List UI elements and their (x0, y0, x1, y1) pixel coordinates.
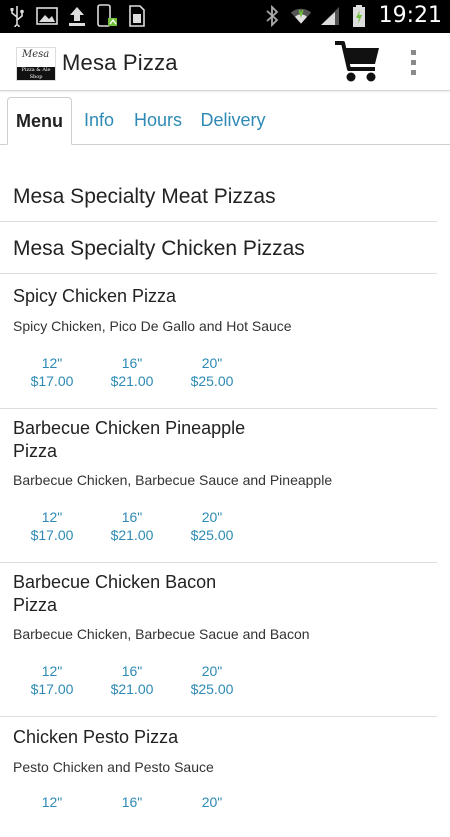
status-bar: 19:21 (0, 0, 450, 33)
price-option-16[interactable]: 16" (102, 793, 162, 811)
menu-item[interactable]: Chicken Pesto Pizza Pesto Chicken and Pe… (0, 717, 437, 837)
signal-icon (319, 4, 341, 28)
clock: 19:21 (378, 3, 442, 28)
item-name: Barbecue Chicken Bacon Pizza (13, 572, 217, 615)
bluetooth-icon (261, 4, 283, 28)
price-label: $25.00 (190, 527, 234, 543)
price-option-16[interactable]: 16" $21.00 (102, 508, 162, 544)
tab-delivery[interactable]: Delivery (196, 97, 270, 144)
size-label: 20" (201, 355, 223, 371)
item-name: Chicken Pesto Pizza (13, 727, 179, 747)
size-label: 12" (41, 509, 63, 525)
price-label: $17.00 (30, 527, 74, 543)
logo-band: Pizza & Ale Shop (17, 67, 55, 80)
image-icon (36, 4, 58, 28)
price-label: $25.00 (190, 681, 234, 697)
price-option-12[interactable]: 12" $17.00 (22, 662, 82, 698)
upload-icon (66, 4, 88, 28)
status-bar-notifications (6, 4, 148, 28)
logo-subtext: Pizza & Ale Shop (21, 67, 51, 80)
logo-text: Mesa (22, 49, 50, 60)
app-title: Mesa Pizza (62, 50, 178, 75)
usb-icon (6, 4, 28, 28)
price-option-20[interactable]: 20" (182, 793, 242, 811)
price-label: $17.00 (30, 681, 74, 697)
overflow-menu-icon-dot (410, 59, 416, 65)
price-label: $21.00 (110, 527, 154, 543)
price-option-20[interactable]: 20" $25.00 (182, 508, 242, 544)
item-description: Barbecue Chicken, Barbecue Sauce and Pin… (13, 472, 333, 488)
size-label: 20" (201, 509, 223, 525)
tab-menu[interactable]: Menu (7, 97, 72, 145)
menu-item[interactable]: Spicy Chicken Pizza Spicy Chicken, Pico … (0, 276, 437, 409)
item-name: Spicy Chicken Pizza (13, 286, 177, 306)
overflow-menu-icon (410, 49, 416, 55)
size-label: 16" (121, 509, 143, 525)
size-label: 20" (201, 794, 223, 810)
item-description: Pesto Chicken and Pesto Sauce (13, 759, 214, 775)
size-label: 16" (121, 355, 143, 371)
price-label: $25.00 (190, 373, 234, 389)
size-label: 12" (41, 794, 63, 810)
item-name: Barbecue Chicken Pineapple Pizza (13, 418, 246, 461)
category-meat-pizzas[interactable]: Mesa Specialty Meat Pizzas (0, 172, 437, 222)
menu-item[interactable]: Barbecue Chicken Pineapple Pizza Barbecu… (0, 409, 437, 563)
battery-charging-icon (348, 4, 370, 28)
category-chicken-pizzas[interactable]: Mesa Specialty Chicken Pizzas (0, 224, 437, 274)
size-label: 12" (41, 355, 63, 371)
item-description: Barbecue Chicken, Barbecue Sacue and Bac… (13, 626, 310, 642)
price-option-16[interactable]: 16" $21.00 (102, 354, 162, 390)
app-logo[interactable]: Mesa Pizza & Ale Shop (16, 47, 56, 81)
overflow-menu-button[interactable] (398, 43, 428, 81)
overflow-menu-icon-dot (410, 69, 416, 75)
price-option-12[interactable]: 12" (22, 793, 82, 811)
phone-sync-icon (96, 4, 118, 28)
size-label: 16" (121, 663, 143, 679)
size-label: 20" (201, 663, 223, 679)
size-label: 12" (41, 663, 63, 679)
tab-hours[interactable]: Hours (128, 97, 188, 144)
menu-item[interactable]: Barbecue Chicken Bacon Pizza Barbecue Ch… (0, 563, 437, 717)
item-description: Spicy Chicken, Pico De Gallo and Hot Sau… (13, 318, 292, 334)
price-option-20[interactable]: 20" $25.00 (182, 662, 242, 698)
tab-info[interactable]: Info (78, 97, 120, 144)
status-bar-system: 19:21 (261, 3, 442, 28)
price-label: $21.00 (110, 373, 154, 389)
price-option-20[interactable]: 20" $25.00 (182, 354, 242, 390)
size-label: 16" (121, 794, 143, 810)
sim-icon (126, 4, 148, 28)
price-option-12[interactable]: 12" $17.00 (22, 508, 82, 544)
price-label: $21.00 (110, 681, 154, 697)
cart-button[interactable] (333, 39, 381, 85)
price-option-16[interactable]: 16" $21.00 (102, 662, 162, 698)
app-bar: Mesa Pizza & Ale Shop Mesa Pizza (0, 33, 450, 91)
price-option-12[interactable]: 12" $17.00 (22, 354, 82, 390)
cart-icon (335, 41, 379, 82)
price-label: $17.00 (30, 373, 74, 389)
wifi-icon (290, 4, 312, 28)
